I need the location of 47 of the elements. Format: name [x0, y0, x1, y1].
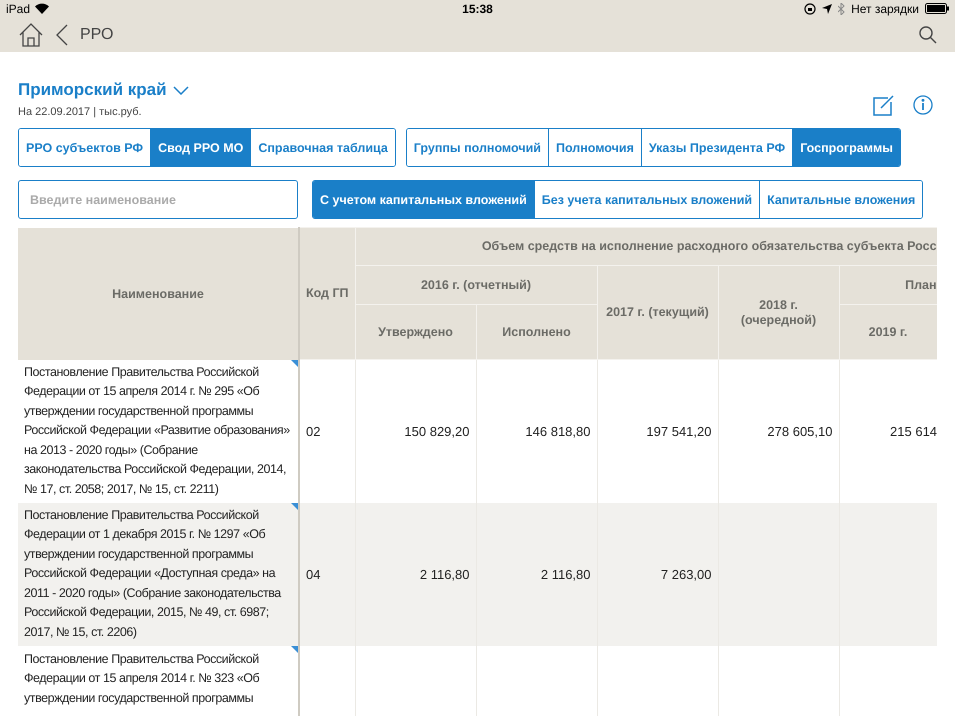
table-cell: 2 116,80 — [420, 566, 470, 582]
carrier-label: iPad — [6, 2, 30, 16]
column-header: Утверждено — [355, 304, 476, 360]
nav-title: РРО — [80, 26, 114, 44]
segment-tab[interactable]: Свод РРО МО — [150, 129, 250, 166]
table-cell: 146 818,80 — [525, 424, 590, 439]
info-icon[interactable] — [913, 95, 933, 116]
column-header: 2019 г. — [839, 304, 937, 360]
column-header: 2017 г. (текущий) — [597, 266, 718, 360]
column-group-header: Объем средств на исполнение расходного обязательства субъекта Росс — [355, 228, 937, 266]
date-units-label: На 22.09.2017 | тыс.руб. — [18, 106, 143, 118]
home-icon[interactable] — [18, 22, 44, 48]
table-cell: 150 829,20 — [404, 424, 470, 439]
table-cell: 197 541,20 — [646, 424, 712, 439]
column-group-header: План — [839, 266, 937, 305]
table-cell: 215 614 — [890, 424, 937, 439]
column-header: Исполнено — [476, 304, 597, 360]
column-header: Код ГП — [299, 228, 355, 360]
clock-time: 15:38 — [462, 2, 493, 16]
table-cell: 7 263,00 — [660, 566, 712, 582]
location-arrow-icon — [822, 4, 832, 14]
back-chevron-icon[interactable] — [56, 24, 68, 46]
rotation-lock-icon — [804, 2, 816, 15]
segment-tab[interactable]: С учетом капитальных вложений — [313, 181, 534, 218]
battery-icon — [925, 3, 950, 14]
search-icon[interactable] — [919, 26, 937, 44]
table-cell: 2 116,80 — [540, 566, 590, 582]
corner-marker-icon — [291, 360, 298, 367]
search-field[interactable]: Введите наименование — [18, 180, 298, 220]
column-header: 2018 г. (очередной) — [718, 266, 839, 360]
wifi-icon — [35, 3, 50, 14]
corner-marker-icon — [291, 646, 298, 653]
column-group-header: 2016 г. (отчетный) — [355, 266, 597, 305]
edit-icon[interactable] — [873, 94, 895, 116]
segment-tab[interactable]: Госпрограммы — [792, 129, 900, 166]
segment-tab[interactable]: Капитальные вложения — [759, 181, 922, 218]
region-selector[interactable]: Приморский край — [18, 80, 873, 100]
segment-tab[interactable]: Справочная таблица — [250, 129, 395, 166]
corner-marker-icon — [291, 502, 298, 510]
table-cell: Постановление Правительства Российской Федерации от 15 апреля 2014 г. № 323 «Об утверждении государственной программы — [18, 646, 299, 716]
table-cell: 278 605,10 — [767, 424, 832, 439]
column-header: Наименование — [18, 228, 299, 360]
chevron-down-icon — [172, 86, 189, 95]
bluetooth-icon — [838, 2, 846, 15]
table-cell: 02 — [306, 424, 320, 439]
table-cell: 04 — [306, 566, 320, 582]
battery-status-label: Нет зарядки — [851, 2, 920, 16]
